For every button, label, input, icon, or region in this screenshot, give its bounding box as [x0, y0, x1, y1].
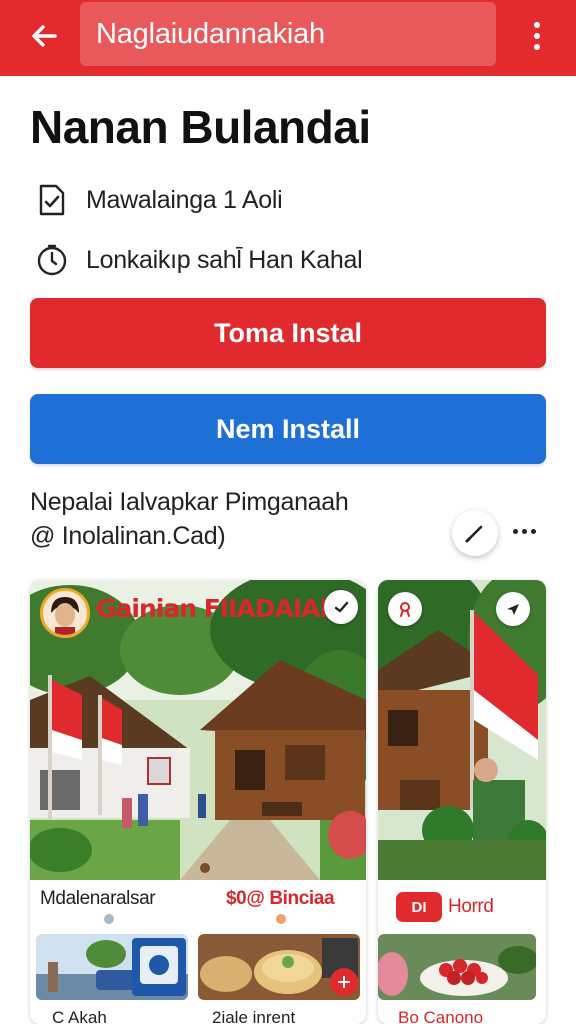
primary-install-button[interactable]: Toma Instal: [30, 298, 546, 368]
card-b-label: Horrd: [448, 896, 494, 917]
time-text: Lonkaikıp sahl̄ Han Kahal: [86, 245, 363, 274]
check-icon: [334, 601, 349, 613]
send-icon: [507, 604, 519, 615]
card-a-footer-left: C Akah: [52, 1008, 107, 1024]
clock-icon: [34, 242, 70, 278]
page-title: Nanan Bulandai: [30, 101, 371, 153]
search-text: Naglaiudannakiah: [96, 18, 325, 50]
back-button[interactable]: [22, 14, 66, 58]
date-text: Mawalainga 1 Aoli: [86, 185, 283, 214]
arrow-left-icon: [32, 25, 57, 47]
calendar-check-icon: [34, 182, 70, 218]
card-b-footer: Bo Canono: [398, 1008, 484, 1024]
card-b-bookmark-button[interactable]: [388, 592, 422, 626]
secondary-install-button[interactable]: Nem Install: [30, 394, 546, 464]
section-more-button[interactable]: [508, 518, 540, 544]
card-label-right: $0@ Binciaa: [226, 888, 335, 909]
feed-card-secondary[interactable]: DI Horrd: [378, 580, 546, 1024]
section-subtitle: @ Inolalinan.Cad): [30, 522, 226, 550]
search-field[interactable]: Naglaiudannakiah: [80, 2, 496, 66]
more-options-button[interactable]: [520, 14, 554, 58]
indicator-dot: [276, 914, 286, 924]
time-row: Lonkaikıp sahl̄ Han Kahal: [34, 240, 363, 280]
section-title: Nepalai Ialvapkar Pimganaah: [30, 488, 349, 516]
video-badge-label: DI: [411, 898, 427, 916]
feed-card-main[interactable]: Gainian FIIADAIAI Mdalenaralsar $0@ Binc…: [30, 580, 366, 1024]
card-b-share-button[interactable]: [496, 592, 530, 626]
card-action-button[interactable]: [324, 590, 358, 624]
pencil-icon: [465, 525, 483, 543]
more-horiz-icon: [512, 528, 518, 534]
date-row: Mawalainga 1 Aoli: [34, 180, 283, 220]
indicator-dot: [104, 914, 114, 924]
video-badge[interactable]: DI: [396, 892, 442, 922]
avatar[interactable]: [40, 588, 90, 638]
card-a-footer-right: 2iale inrent: [212, 1008, 296, 1024]
thumbnail-fruit[interactable]: [378, 934, 536, 1000]
thumbnail-left[interactable]: [36, 934, 188, 1000]
thumbnail-right[interactable]: [198, 934, 360, 1000]
ribbon-icon: [400, 602, 410, 617]
card-label-left: Mdalenaralsar: [40, 888, 156, 909]
more-vert-icon: [534, 22, 540, 28]
app-bar: Naglaiudannakiah: [0, 0, 576, 76]
edit-button[interactable]: [452, 510, 498, 556]
card-header-text: Gainian FIIADAIAI: [96, 594, 329, 623]
